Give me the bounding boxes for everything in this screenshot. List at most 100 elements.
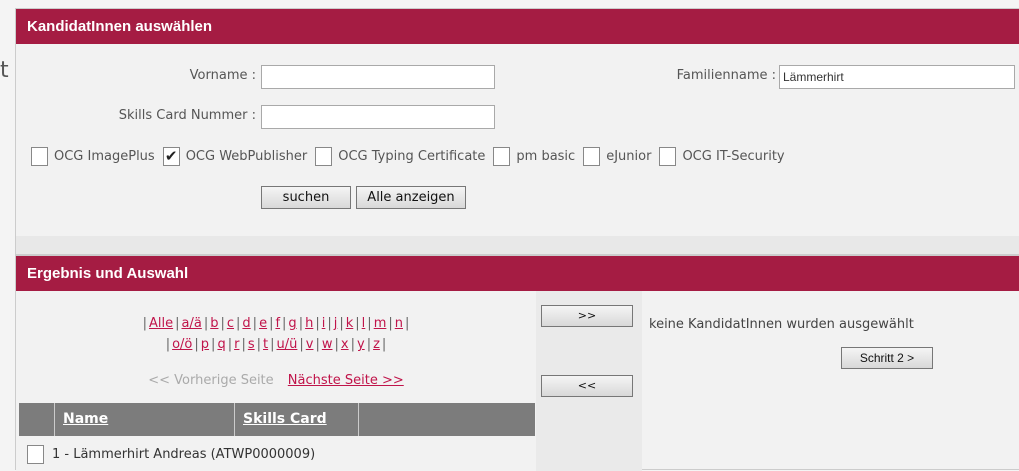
separator: |: [381, 337, 387, 352]
result-panel-title: Ergebnis und Auswahl: [16, 256, 1019, 291]
search-button[interactable]: suchen: [261, 186, 351, 209]
stray-text: t: [0, 58, 9, 83]
alphabet-filter-link[interactable]: x: [341, 337, 349, 352]
candidate-search-panel: KandidatInnen auswählen Vorname : Famili…: [15, 8, 1019, 255]
separator: |: [315, 337, 320, 352]
alphabet-filter-link[interactable]: j: [334, 316, 338, 331]
search-panel-title: KandidatInnen auswählen: [16, 9, 1019, 44]
separator: |: [270, 337, 275, 352]
checkbox-pm-basic[interactable]: [493, 147, 511, 166]
alphabet-filter-link[interactable]: y: [357, 337, 365, 352]
add-to-selection-button[interactable]: >>: [541, 305, 633, 327]
separator: |: [339, 316, 344, 331]
checkbox-label: eJunior: [606, 149, 652, 164]
row-checkbox[interactable]: [27, 444, 44, 464]
alphabet-filter-link[interactable]: b: [210, 316, 218, 331]
alphabet-filter-link[interactable]: n: [395, 316, 403, 331]
separator: |: [327, 316, 332, 331]
separator: |: [334, 337, 339, 352]
table-row: 1 - Lämmerhirt Andreas (ATWP0000009): [19, 437, 535, 471]
alphabet-filter-link[interactable]: l: [362, 316, 366, 331]
skills-card-label: Skills Card Nummer :: [118, 108, 256, 123]
alphabet-filter-link[interactable]: a/ä: [182, 316, 202, 331]
separator: |: [367, 316, 372, 331]
separator: |: [315, 316, 320, 331]
result-panel: Ergebnis und Auswahl | Alle | a/ä | b | c | d | e | f…: [15, 255, 1019, 471]
checkbox-ocg-typing-certificate[interactable]: [315, 147, 333, 166]
alphabet-filter-link[interactable]: m: [374, 316, 387, 331]
separator: |: [142, 316, 147, 331]
name-column-header[interactable]: Name: [55, 403, 235, 436]
separator: |: [194, 337, 199, 352]
checkbox-label: OCG WebPublisher: [185, 149, 308, 164]
alphabet-filter-link[interactable]: v: [306, 337, 314, 352]
alphabet-filter-link[interactable]: u/ü: [277, 337, 298, 352]
alphabet-filter-link[interactable]: k: [346, 316, 354, 331]
separator: |: [366, 337, 372, 352]
candidate-entry: 1 - Lämmerhirt Andreas (ATWP0000009): [52, 446, 316, 462]
alphabet-filter-row-1: | Alle | a/ä | b | c | d | e | f | g | h | i | j | k | l | m | n |: [16, 313, 536, 334]
checkbox-label: OCG ImagePlus: [54, 149, 155, 164]
result-list-column: | Alle | a/ä | b | c | d | e | f | g | h | i | j | k | l | m | n | | o/…: [16, 291, 536, 471]
certificate-filter-row: OCG ImagePlus ✔ OCG WebPublisher OCG Typ…: [28, 147, 790, 166]
selection-column: keine KandidatInnen wurden ausgewählt Sc…: [642, 291, 1019, 416]
alphabet-filter-link[interactable]: w: [322, 337, 333, 352]
separator: |: [355, 316, 360, 331]
checkbox-ejunior[interactable]: [583, 147, 601, 166]
separator: |: [211, 337, 216, 352]
alphabet-filter-link[interactable]: p: [201, 337, 209, 352]
separator: |: [298, 316, 304, 331]
checkbox-label: pm basic: [516, 149, 576, 164]
alphabet-filter-link[interactable]: r: [234, 337, 239, 352]
prev-page-link: << Vorherige Seite: [148, 373, 274, 388]
transfer-buttons-column: >> <<: [536, 291, 642, 471]
separator: |: [236, 316, 241, 331]
alphabet-filter-link[interactable]: q: [217, 337, 225, 352]
skills-card-column-header[interactable]: Skills Card: [235, 403, 359, 436]
alphabet-filter-link[interactable]: d: [242, 316, 250, 331]
separator: |: [227, 337, 233, 352]
separator: |: [350, 337, 355, 352]
alphabet-filter-link[interactable]: o/ö: [172, 337, 192, 352]
alphabet-filter-link[interactable]: Alle: [149, 316, 173, 331]
alphabet-filter-link[interactable]: z: [373, 337, 380, 352]
alphabet-filter-row-2: | o/ö | p | q | r | s | t | u/ü | v | w | x | y | z |: [16, 334, 536, 355]
separator: |: [405, 316, 410, 331]
alphabet-filter-link[interactable]: g: [288, 316, 296, 331]
alphabet-filter-link[interactable]: f: [275, 316, 280, 331]
separator: |: [203, 316, 209, 331]
separator: |: [241, 337, 246, 352]
result-table-header: Name Skills Card: [19, 403, 535, 436]
separator: |: [220, 316, 225, 331]
checkbox-ocg-imageplus[interactable]: [31, 147, 48, 166]
checkbox-label: OCG IT-Security: [682, 149, 785, 164]
separator: |: [165, 337, 171, 352]
remove-from-selection-button[interactable]: <<: [541, 375, 633, 397]
separator: |: [256, 337, 262, 352]
separator: |: [269, 316, 274, 331]
skills-card-input[interactable]: [261, 105, 495, 129]
next-step-button[interactable]: Schritt 2 >: [841, 347, 933, 369]
separator: |: [252, 316, 258, 331]
alphabet-filter-link[interactable]: s: [248, 337, 255, 352]
alphabet-filter-link[interactable]: c: [227, 316, 234, 331]
show-all-button[interactable]: Alle anzeigen: [356, 186, 466, 209]
alphabet-filter-link[interactable]: e: [259, 316, 267, 331]
checkbox-ocg-webpublisher[interactable]: ✔: [162, 147, 180, 166]
alphabet-filter-link[interactable]: h: [305, 316, 313, 331]
alphabet-filter-link[interactable]: t: [263, 337, 268, 352]
panel-footer: [16, 236, 1019, 254]
selection-status: keine KandidatInnen wurden ausgewählt: [649, 317, 914, 332]
familienname-input[interactable]: Lämmerhirt: [779, 65, 1015, 89]
header-select-cell: [19, 403, 55, 436]
checkbox-label: OCG Typing Certificate: [338, 149, 486, 164]
vorname-input[interactable]: [261, 65, 495, 89]
separator: |: [282, 316, 287, 331]
checkbox-ocg-it-security[interactable]: [659, 147, 677, 166]
separator: |: [299, 337, 304, 352]
next-page-link[interactable]: Nächste Seite >>: [288, 373, 404, 388]
pagination: << Vorherige Seite Nächste Seite >>: [16, 373, 536, 388]
separator: |: [388, 316, 393, 331]
familienname-label: Familienname :: [676, 68, 776, 83]
alphabet-filter-link[interactable]: i: [322, 316, 326, 331]
